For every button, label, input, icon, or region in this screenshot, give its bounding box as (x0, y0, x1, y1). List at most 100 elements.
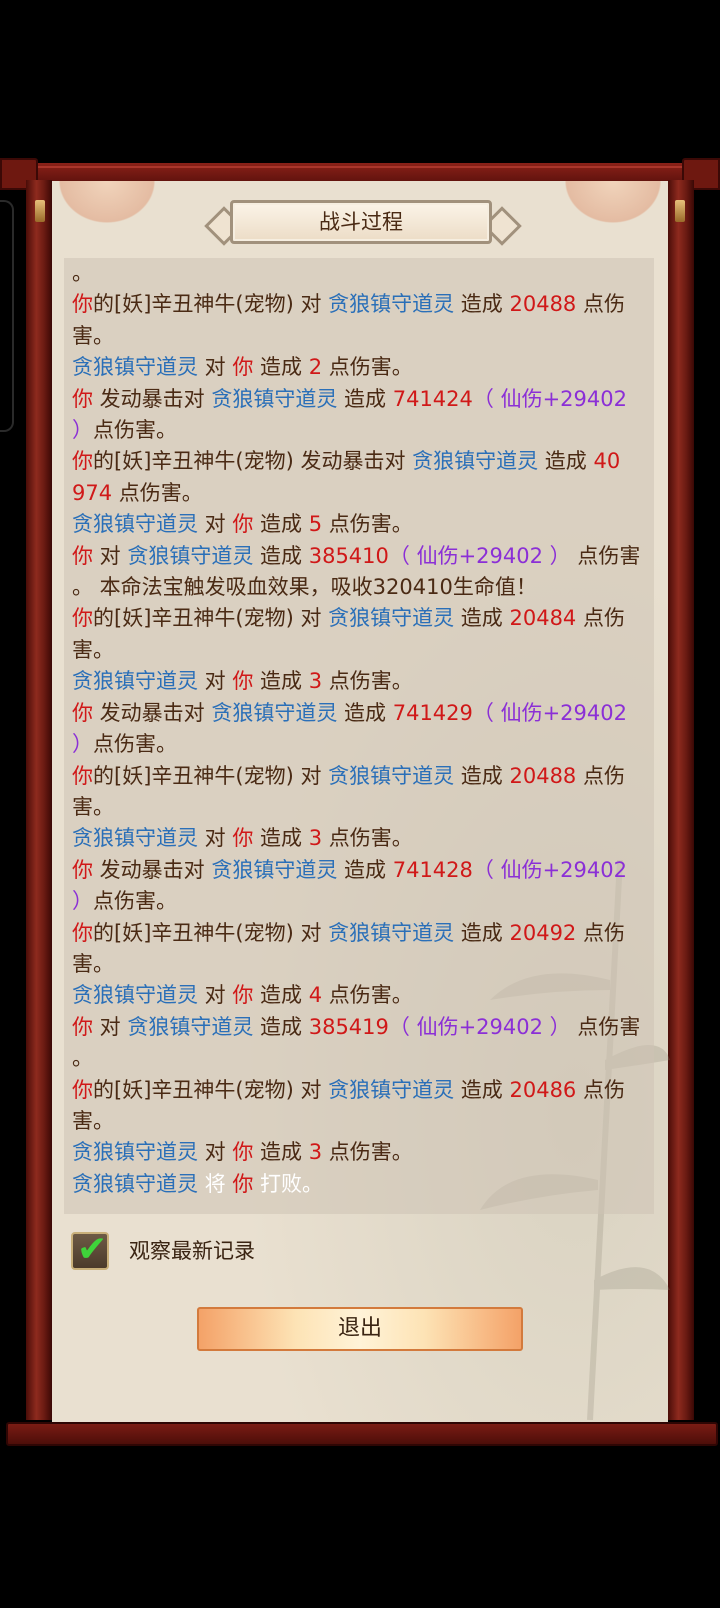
log-segment: 造成 (454, 920, 510, 945)
log-segment: 点伤害。 (322, 983, 413, 1008)
log-segment: 贪狼镇守道灵 (412, 449, 539, 474)
log-segment: 对 (198, 1140, 233, 1165)
log-line: 害。 (72, 321, 648, 352)
log-segment: 741429 (392, 700, 473, 725)
log-line: 贪狼镇守道灵 将 你 打败。 (72, 1169, 648, 1200)
log-segment: 造成 (253, 826, 309, 851)
log-segment: （ 仙伤+29402 ） (388, 543, 571, 568)
log-segment: 点伤害 (570, 1014, 641, 1039)
tassel-icon (35, 200, 45, 222)
log-segment: 点伤害。 (322, 355, 413, 380)
log-line: 贪狼镇守道灵 对 你 造成 3 点伤害。 (72, 666, 648, 697)
log-segment: 对 (198, 826, 233, 851)
log-line: 你 发动暴击对 贪狼镇守道灵 造成 741429（ 仙伤+29402 (72, 698, 648, 729)
log-segment: 你 (232, 826, 254, 851)
battle-log-content: 。你的[妖]辛丑神牛(宠物) 对 贪狼镇守道灵 造成 20488 点伤 害。 贪狼镇… (72, 258, 648, 1200)
log-line: 你 发动暴击对 贪狼镇守道灵 造成 741424（ 仙伤+29402 (72, 384, 648, 415)
log-segment: 造成 (454, 292, 510, 317)
log-line: 贪狼镇守道灵 对 你 造成 5 点伤害。 (72, 509, 648, 540)
log-segment: 5 (308, 512, 323, 537)
log-segment: （ 仙伤+29402 ） (388, 1014, 571, 1039)
log-segment: 贪狼镇守道灵 (127, 1014, 254, 1039)
log-line: 你的[妖]辛丑神牛(宠物) 对 贪狼镇守道灵 造成 20488 点伤 (72, 761, 648, 792)
log-segment: 385419 (308, 1014, 389, 1039)
log-line: 你的[妖]辛丑神牛(宠物) 对 贪狼镇守道灵 造成 20492 点伤 (72, 918, 648, 949)
scroll-bottom-rod (6, 1422, 718, 1446)
log-segment: 点伤 (576, 606, 625, 631)
log-line: 贪狼镇守道灵 对 你 造成 3 点伤害。 (72, 823, 648, 854)
log-segment: 点伤害。 (322, 669, 413, 694)
log-segment: 的[妖]辛丑神牛(宠物) 对 (93, 292, 329, 317)
log-segment: 贪狼镇守道灵 (72, 512, 198, 537)
log-segment: 20488 (509, 292, 577, 317)
log-segment: 385410 (308, 543, 389, 568)
log-segment: 造成 (454, 763, 510, 788)
log-segment: 点伤害。 (93, 889, 177, 914)
log-segment: 你 (232, 983, 254, 1008)
log-segment: 造成 (454, 606, 510, 631)
log-segment: 。 本命法宝触发吸血效果，吸收320410生命值！ (72, 575, 537, 600)
log-segment: 你 (72, 449, 93, 474)
log-line: ）点伤害。 (72, 886, 648, 917)
log-segment: 打败。 (253, 1171, 324, 1196)
log-segment: 你 (232, 1140, 254, 1165)
log-segment: 点伤害。 (322, 512, 413, 537)
log-segment: 造成 (253, 512, 309, 537)
log-segment: 点伤害。 (322, 1140, 413, 1165)
log-segment: 你 (72, 606, 93, 631)
log-segment: 你 (232, 355, 254, 380)
battle-log[interactable]: 。你的[妖]辛丑神牛(宠物) 对 贪狼镇守道灵 造成 20488 点伤 害。 贪狼镇… (64, 258, 654, 1214)
log-line: 你的[妖]辛丑神牛(宠物) 对 贪狼镇守道灵 造成 20484 点伤 (72, 603, 648, 634)
log-segment: 造成 (253, 1140, 309, 1165)
log-segment: 贪狼镇守道灵 (127, 543, 254, 568)
log-line: 害。 (72, 792, 648, 823)
left-edge-tab (0, 200, 14, 432)
log-line: 你的[妖]辛丑神牛(宠物) 发动暴击对 贪狼镇守道灵 造成 40 (72, 446, 648, 477)
log-line: 贪狼镇守道灵 对 你 造成 4 点伤害。 (72, 980, 648, 1011)
watch-latest-label: 观察最新记录 (129, 1239, 255, 1263)
log-segment: 点伤害。 (93, 732, 177, 757)
log-line: 974 点伤害。 (72, 478, 648, 509)
log-segment: 你 (72, 292, 93, 317)
log-segment: ） (72, 732, 93, 757)
scroll-pole-right (668, 180, 694, 1420)
log-segment: 的[妖]辛丑神牛(宠物) 发动暴击对 (93, 449, 413, 474)
log-segment: 将 (198, 1171, 233, 1196)
log-segment: 741428 (392, 857, 473, 882)
log-line: 你的[妖]辛丑神牛(宠物) 对 贪狼镇守道灵 造成 20488 点伤 (72, 289, 648, 320)
log-segment: 害。 (72, 323, 114, 348)
log-segment: 20488 (509, 763, 577, 788)
log-segment: 20486 (509, 1077, 577, 1102)
log-segment: 3 (308, 669, 323, 694)
log-segment: 造成 (337, 700, 393, 725)
log-segment: 发动暴击对 (93, 700, 212, 725)
log-segment: 你 (72, 920, 93, 945)
log-segment: 你 (232, 512, 254, 537)
log-line: 。 本命法宝触发吸血效果，吸收320410生命值！ (72, 572, 648, 603)
log-segment: 对 (93, 543, 128, 568)
watch-latest-checkbox[interactable]: ✔ (71, 1230, 109, 1270)
log-segment: 贪狼镇守道灵 (328, 292, 455, 317)
log-segment: 贪狼镇守道灵 (72, 669, 198, 694)
log-segment: 点伤 (576, 763, 625, 788)
log-segment: 你 (232, 1171, 254, 1196)
log-segment: 741424 (392, 386, 473, 411)
log-segment: ） (72, 418, 93, 443)
log-segment: 发动暴击对 (93, 386, 212, 411)
log-line: 你 发动暴击对 贪狼镇守道灵 造成 741428（ 仙伤+29402 (72, 855, 648, 886)
log-segment: 你 (72, 857, 93, 882)
log-segment: （ 仙伤+29402 (472, 857, 627, 882)
cloud-ornament-icon (52, 181, 162, 229)
log-segment: 贪狼镇守道灵 (211, 386, 338, 411)
log-segment: （ 仙伤+29402 (472, 700, 627, 725)
log-segment: 造成 (538, 449, 594, 474)
log-segment: 你 (232, 669, 254, 694)
log-segment: 造成 (253, 669, 309, 694)
log-segment: 对 (198, 669, 233, 694)
log-segment: 。 (72, 1046, 93, 1071)
scroll-pole-left (26, 180, 52, 1420)
log-segment: 的[妖]辛丑神牛(宠物) 对 (93, 606, 329, 631)
log-line: 害。 (72, 949, 648, 980)
exit-button[interactable]: 退出 (197, 1307, 523, 1351)
log-segment: 发动暴击对 (93, 857, 212, 882)
